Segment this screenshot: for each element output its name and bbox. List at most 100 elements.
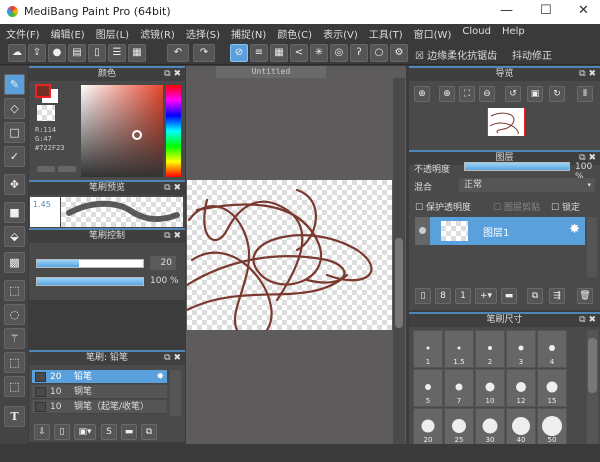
- select-eraser-tool-icon[interactable]: ⬚: [4, 376, 25, 397]
- brush-size-cell[interactable]: 1.5: [444, 330, 474, 368]
- antialias-checkbox[interactable]: ☒ 边缘柔化抗锯齿: [415, 47, 497, 62]
- brush-size-cell[interactable]: 12: [506, 369, 536, 407]
- panel-close-icon[interactable]: ⧉ ✖: [579, 68, 596, 80]
- protect-alpha-checkbox[interactable]: ☐ 保护透明度: [415, 200, 471, 213]
- snap-ellipse-icon[interactable]: ○: [370, 44, 388, 62]
- brush-size-cell[interactable]: 20: [413, 408, 443, 446]
- maximize-button[interactable]: ☐: [540, 3, 552, 18]
- menu-layer[interactable]: 图层(L): [90, 24, 134, 41]
- brush-size-value[interactable]: 20: [150, 256, 176, 270]
- delete-layer-icon[interactable]: 🗑: [577, 288, 593, 304]
- brush-size-cell[interactable]: 50: [537, 408, 567, 446]
- duplicate-icon[interactable]: ⧉: [141, 424, 157, 440]
- flip-icon[interactable]: ⫴: [577, 86, 593, 102]
- blend-mode-select[interactable]: 正常 ▾: [459, 178, 595, 192]
- redo-button[interactable]: ↷: [193, 44, 215, 62]
- add-layer-menu-icon[interactable]: +▾: [475, 288, 497, 304]
- menu-help[interactable]: Help: [496, 24, 530, 41]
- drawing-canvas[interactable]: [187, 180, 392, 330]
- new-layer-icon[interactable]: ▯: [415, 288, 431, 304]
- brush-list-scrollbar[interactable]: [170, 370, 181, 416]
- cloud-icon[interactable]: ☁: [8, 44, 26, 62]
- brush-size-cell[interactable]: 3: [506, 330, 536, 368]
- fit-icon[interactable]: ⛶: [459, 86, 475, 102]
- text-tool-icon[interactable]: T: [4, 406, 25, 427]
- brush-item[interactable]: 10 钢笔: [32, 385, 167, 399]
- message-icon[interactable]: ▤: [68, 44, 86, 62]
- navigator-thumbnail[interactable]: [487, 108, 525, 136]
- brush-size-cell[interactable]: 2: [475, 330, 505, 368]
- page-icon[interactable]: ▯: [88, 44, 106, 62]
- tab-untitled[interactable]: Untitled: [216, 66, 326, 78]
- new-1bit-layer-icon[interactable]: 1: [455, 288, 471, 304]
- lock-checkbox[interactable]: ☐ 锁定: [551, 200, 580, 213]
- snap-parallel-icon[interactable]: ≡: [250, 44, 268, 62]
- brush-size-cell[interactable]: 30: [475, 408, 505, 446]
- eraser-tool-icon[interactable]: ◇: [4, 98, 25, 119]
- brush-size-cell[interactable]: 25: [444, 408, 474, 446]
- magic-wand-tool-icon[interactable]: ⚚: [4, 328, 25, 349]
- layer-opacity-slider[interactable]: [464, 162, 570, 171]
- lasso-tool-icon[interactable]: ◌: [4, 304, 25, 325]
- zoom-actual-icon[interactable]: ⊕: [414, 86, 430, 102]
- undo-button[interactable]: ↶: [167, 44, 189, 62]
- foreground-color-swatch[interactable]: [35, 84, 51, 98]
- layer-folder-icon[interactable]: ▬: [501, 288, 517, 304]
- rotate-left-icon[interactable]: ↺: [505, 86, 521, 102]
- add-cloud-brush-icon[interactable]: ⇩: [34, 424, 50, 440]
- zoom-in-icon[interactable]: ⊕: [439, 86, 455, 102]
- menu-edit[interactable]: 编辑(E): [45, 24, 90, 41]
- menu-view[interactable]: 表示(V): [317, 24, 363, 41]
- picker-handle[interactable]: [132, 130, 142, 140]
- swap-button[interactable]: [37, 166, 55, 172]
- brush-s-icon[interactable]: S: [101, 424, 117, 440]
- snap-off-icon[interactable]: ⊘: [230, 44, 248, 62]
- brush-size-cell[interactable]: 5: [413, 369, 443, 407]
- select-pen-tool-icon[interactable]: ⬚: [4, 352, 25, 373]
- brush-item[interactable]: 20 铅笔 ✸: [32, 370, 167, 384]
- panel-close-icon[interactable]: ⧉ ✖: [164, 68, 181, 80]
- canvas-vertical-scrollbar[interactable]: [393, 78, 405, 444]
- snap-circle-icon[interactable]: ◎: [330, 44, 348, 62]
- brush-opacity-slider[interactable]: [36, 277, 144, 286]
- comment-icon[interactable]: ●: [48, 44, 66, 62]
- brush-size-cell[interactable]: 4: [537, 330, 567, 368]
- folder-icon[interactable]: ▬: [121, 424, 137, 440]
- eyedropper-button[interactable]: [58, 166, 76, 172]
- layer-row[interactable]: 图层1 ✸: [415, 217, 585, 245]
- snap-settings-icon[interactable]: ⚙: [390, 44, 408, 62]
- brush-size-cell[interactable]: 40: [506, 408, 536, 446]
- menu-select[interactable]: 选择(S): [180, 24, 225, 41]
- close-button[interactable]: ✕: [578, 3, 589, 18]
- brush-menu-icon[interactable]: ▣▾: [74, 424, 96, 440]
- panel-close-icon[interactable]: ⧉ ✖: [164, 352, 181, 364]
- share-icon[interactable]: ⇪: [28, 44, 46, 62]
- panel-close-icon[interactable]: ⧉ ✖: [164, 182, 181, 194]
- saturation-value-picker[interactable]: [81, 85, 163, 177]
- brush-size-cell[interactable]: 1: [413, 330, 443, 368]
- layer-settings-icon[interactable]: ✸: [569, 222, 580, 237]
- rotate-reset-icon[interactable]: ▣: [527, 86, 543, 102]
- scrollbar-thumb[interactable]: [395, 238, 403, 328]
- hue-slider[interactable]: [166, 85, 181, 177]
- menu-tools[interactable]: 工具(T): [363, 24, 408, 41]
- brush-tool-icon[interactable]: ✎: [4, 74, 25, 95]
- panel-close-icon[interactable]: ⧉ ✖: [164, 230, 181, 242]
- snap-radial-icon[interactable]: ✳: [310, 44, 328, 62]
- menu-snap[interactable]: 捕捉(N): [225, 24, 271, 41]
- snap-grid-icon[interactable]: ▦: [270, 44, 288, 62]
- edit-grid-icon[interactable]: ▦: [128, 44, 146, 62]
- brush-size-cell[interactable]: 10: [475, 369, 505, 407]
- snap-curve-icon[interactable]: ʔ: [350, 44, 368, 62]
- new-8bit-layer-icon[interactable]: 8: [435, 288, 451, 304]
- minimize-button[interactable]: —: [500, 3, 513, 18]
- list-icon[interactable]: ☰: [108, 44, 126, 62]
- snap-perspective-icon[interactable]: <: [290, 44, 308, 62]
- brush-size-cell[interactable]: 15: [537, 369, 567, 407]
- visibility-toggle[interactable]: [415, 217, 430, 245]
- rectangle-tool-icon[interactable]: □: [4, 122, 25, 143]
- move-tool-icon[interactable]: ✥: [4, 174, 25, 195]
- panel-close-icon[interactable]: ⧉ ✖: [579, 314, 596, 326]
- stabilizer-label[interactable]: 抖动修正: [512, 47, 552, 62]
- dot-tool-icon[interactable]: ✓: [4, 146, 25, 167]
